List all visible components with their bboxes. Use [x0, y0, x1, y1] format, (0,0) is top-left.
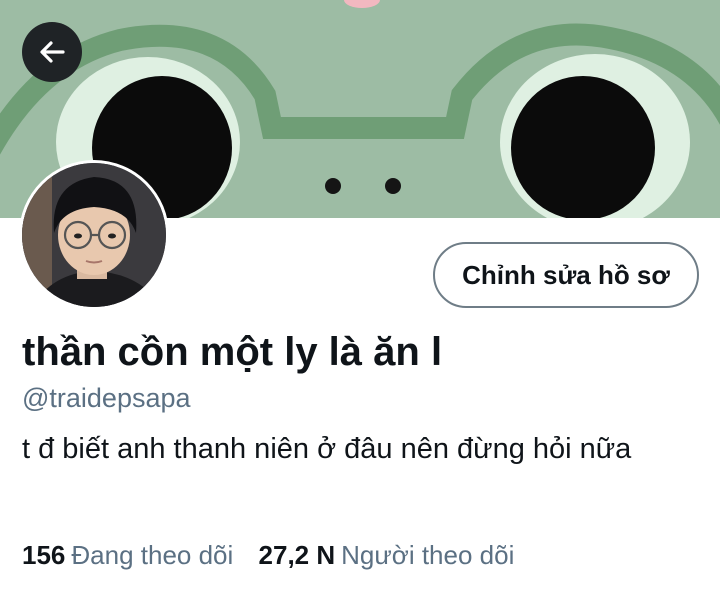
following-stat-link[interactable]: 156 Đang theo dõi — [22, 540, 241, 570]
profile-stats: 156 Đang theo dõi 27,2 N Người theo dõi — [22, 540, 514, 571]
following-count: 156 — [22, 540, 66, 570]
edit-profile-button[interactable]: Chỉnh sửa hồ sơ — [433, 242, 699, 308]
arrow-left-icon — [40, 41, 65, 63]
profile-avatar[interactable] — [19, 160, 169, 310]
back-button[interactable] — [22, 22, 82, 82]
followers-count: 27,2 N — [258, 540, 336, 570]
followers-label: Người theo dõi — [341, 540, 515, 570]
avatar-photo — [22, 163, 166, 307]
following-label: Đang theo dõi — [71, 540, 234, 570]
followers-stat-link[interactable]: 27,2 N Người theo dõi — [259, 540, 515, 570]
profile-display-name: thần cồn một ly là ăn l — [22, 330, 443, 374]
profile-handle: @traidepsapa — [22, 383, 191, 413]
profile-bio: t đ biết anh thanh niên ở đâu nên đừng h… — [22, 433, 632, 465]
